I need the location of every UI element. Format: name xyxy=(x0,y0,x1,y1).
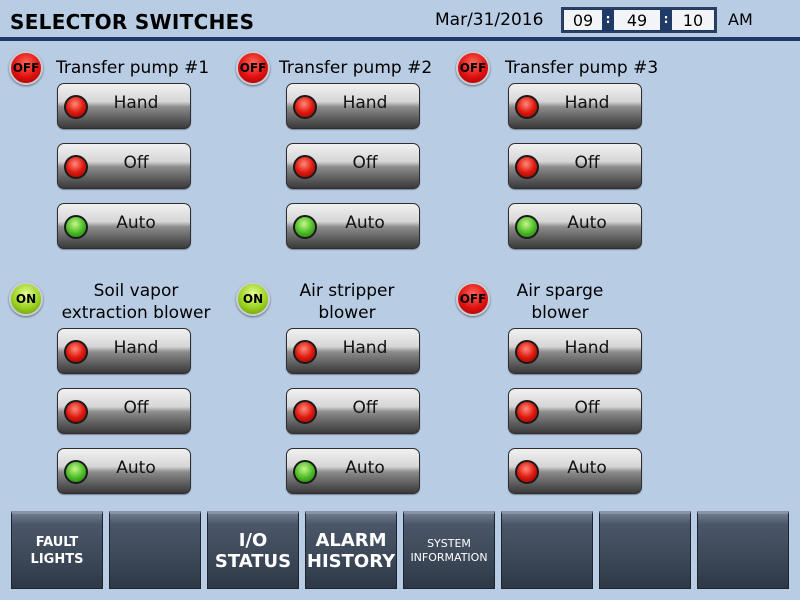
auto-button[interactable]: Auto xyxy=(508,203,642,249)
off-button[interactable]: Off xyxy=(57,388,191,434)
nav-label-line1: SYSTEM xyxy=(427,537,471,550)
button-label: Hand xyxy=(342,338,388,358)
nav-blank-button-1[interactable] xyxy=(109,511,201,589)
button-label: Hand xyxy=(113,338,159,358)
nav-label-line1: I/O xyxy=(238,530,268,551)
button-label: Hand xyxy=(113,93,159,113)
nav-label-line2: LIGHTS xyxy=(30,552,84,567)
group-label-line1: Air stripper xyxy=(299,281,395,301)
auto-button[interactable]: Auto xyxy=(286,448,420,494)
button-label: Auto xyxy=(116,213,156,233)
time-seconds: 10 xyxy=(672,10,714,30)
header-bar: SELECTOR SWITCHES Mar/31/2016 09 : 49 : … xyxy=(0,0,800,38)
button-label: Off xyxy=(574,153,600,173)
auto-button[interactable]: Auto xyxy=(57,448,191,494)
nav-label: ALARM HISTORY xyxy=(307,530,395,572)
group-label: Air sparge blower xyxy=(500,280,620,324)
nav-label-line2: INFORMATION xyxy=(410,551,488,564)
nav-label-line1: ALARM xyxy=(315,530,387,551)
button-label: Off xyxy=(574,398,600,418)
nav-blank-button-3[interactable] xyxy=(599,511,691,589)
time-ampm: AM xyxy=(728,10,753,29)
off-button[interactable]: Off xyxy=(286,143,420,189)
button-label: Hand xyxy=(564,93,610,113)
button-label: Off xyxy=(352,398,378,418)
group-label: Transfer pump #1 xyxy=(56,58,210,78)
auto-button[interactable]: Auto xyxy=(286,203,420,249)
status-indicator-on: ON xyxy=(236,282,270,316)
group-label-line1: Air sparge xyxy=(516,281,604,301)
group-label-line2: blower xyxy=(531,303,589,323)
time-colon-icon: : xyxy=(605,12,611,26)
nav-system-information-button[interactable]: SYSTEM INFORMATION xyxy=(403,511,495,589)
off-button[interactable]: Off xyxy=(286,388,420,434)
nav-alarm-history-button[interactable]: ALARM HISTORY xyxy=(305,511,397,589)
button-label: Auto xyxy=(345,458,385,478)
group-label: Transfer pump #3 xyxy=(505,58,659,78)
auto-button[interactable]: Auto xyxy=(508,448,642,494)
time-hours: 09 xyxy=(564,10,602,30)
hand-button[interactable]: Hand xyxy=(508,83,642,129)
group-label-line2: blower xyxy=(318,303,376,323)
button-label: Off xyxy=(123,398,149,418)
group-label: Transfer pump #2 xyxy=(279,58,433,78)
status-indicator-off: OFF xyxy=(236,51,270,85)
button-label: Hand xyxy=(342,93,388,113)
button-label: Auto xyxy=(345,213,385,233)
off-button[interactable]: Off xyxy=(508,143,642,189)
status-indicator-off: OFF xyxy=(456,51,490,85)
date-display: Mar/31/2016 xyxy=(435,10,544,30)
nav-io-status-button[interactable]: I/O STATUS xyxy=(207,511,299,589)
group-label-line2: extraction blower xyxy=(61,303,211,323)
nav-label-line1: FAULT xyxy=(35,535,79,550)
time-minutes: 49 xyxy=(614,10,660,30)
nav-label: I/O STATUS xyxy=(215,530,291,572)
header-divider xyxy=(0,37,800,41)
status-indicator-on: ON xyxy=(9,282,43,316)
page-title: SELECTOR SWITCHES xyxy=(10,10,255,34)
button-label: Off xyxy=(123,153,149,173)
nav-label: FAULT LIGHTS xyxy=(31,534,84,568)
hand-button[interactable]: Hand xyxy=(286,328,420,374)
button-label: Auto xyxy=(567,213,607,233)
auto-button[interactable]: Auto xyxy=(57,203,191,249)
button-label: Off xyxy=(352,153,378,173)
status-indicator-off: OFF xyxy=(9,51,43,85)
hand-button[interactable]: Hand xyxy=(286,83,420,129)
button-label: Auto xyxy=(567,458,607,478)
off-button[interactable]: Off xyxy=(508,388,642,434)
nav-blank-button-4[interactable] xyxy=(697,511,789,589)
button-label: Hand xyxy=(564,338,610,358)
group-label: Air stripper blower xyxy=(276,280,418,324)
group-label: Soil vapor extraction blower xyxy=(50,280,222,324)
nav-label-line2: STATUS xyxy=(214,551,292,572)
button-label: Auto xyxy=(116,458,156,478)
nav-label: SYSTEM INFORMATION xyxy=(410,537,487,565)
status-indicator-off: OFF xyxy=(456,282,490,316)
time-colon-icon: : xyxy=(663,12,669,26)
hand-button[interactable]: Hand xyxy=(57,83,191,129)
nav-blank-button-2[interactable] xyxy=(501,511,593,589)
off-button[interactable]: Off xyxy=(57,143,191,189)
nav-label-line2: HISTORY xyxy=(306,551,396,572)
hand-button[interactable]: Hand xyxy=(57,328,191,374)
group-label-line1: Soil vapor xyxy=(93,281,179,301)
hand-button[interactable]: Hand xyxy=(508,328,642,374)
time-display: 09 : 49 : 10 xyxy=(561,7,717,33)
nav-fault-lights-button[interactable]: FAULT LIGHTS xyxy=(11,511,103,589)
